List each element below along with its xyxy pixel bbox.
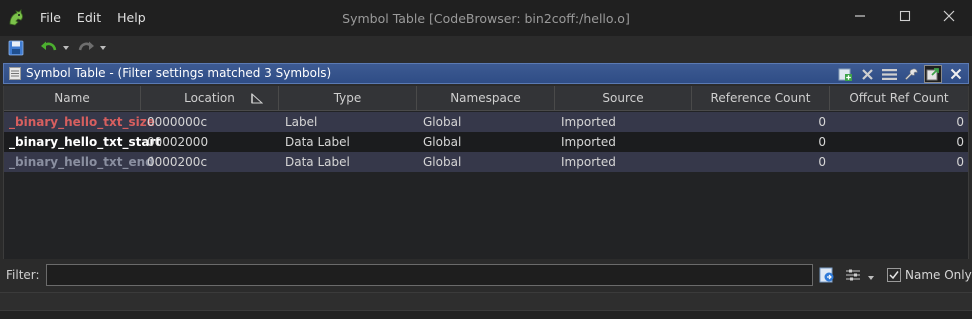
symbol-table[interactable]: Name Location Type Namespace Source Refe… [3,86,969,259]
symbol-type: Data Label [285,135,350,149]
menu-help[interactable]: Help [117,10,146,25]
sort-ascending-icon [251,93,263,104]
export-icon [926,68,939,81]
menu-bar: File Edit Help [40,10,162,25]
symbol-namespace: Global [423,115,462,129]
column-header-location[interactable]: Location [141,86,279,111]
ghidra-dragon-icon [9,9,23,26]
settings-icon [904,68,917,80]
symbol-location: 00002000 [147,135,209,149]
symbol-name: _binary_hello_txt_size [9,115,155,129]
symbol-type: Label [285,115,318,129]
menu-icon [881,68,897,80]
column-filter-dropdown[interactable] [867,271,875,280]
column-header-source[interactable]: Source [555,86,692,111]
background-window-strip [0,311,972,319]
redo-button[interactable] [77,38,95,58]
create-symbol-button[interactable] [836,65,854,83]
redo-dropdown[interactable] [99,38,107,58]
symbol-type: Data Label [285,155,350,169]
name-only-label[interactable]: Name Only [905,268,972,282]
symbol-reference-count: 0 [818,155,826,169]
toolbar [0,36,972,60]
filter-options-button[interactable] [818,266,836,284]
add-icon [838,68,852,81]
filter-input[interactable] [46,264,813,286]
filter-bar: Filter: [0,262,972,288]
redo-icon [78,41,94,51]
symbol-namespace: Global [423,135,462,149]
undo-button[interactable] [40,38,58,58]
chevron-down-icon [100,46,106,50]
column-header-name[interactable]: Name [4,86,141,111]
symbol-location: 0000200c [147,155,208,169]
column-header-offcut-ref-count[interactable]: Offcut Ref Count [830,86,968,111]
undo-icon [41,41,57,51]
sliders-icon [846,269,860,281]
symbol-offcut-ref-count: 0 [956,115,964,129]
minimize-button[interactable] [845,6,875,30]
filter-document-icon [819,267,834,283]
symbol-reference-count: 0 [818,135,826,149]
symbol-offcut-ref-count: 0 [956,135,964,149]
symbol-name: _binary_hello_txt_end [9,155,154,169]
column-header-namespace[interactable]: Namespace [417,86,555,111]
table-header: Name Location Type Namespace Source Refe… [4,86,968,111]
delete-symbol-button[interactable] [858,65,876,83]
symbol-source: Imported [561,155,616,169]
column-header-reference-count[interactable]: Reference Count [692,86,830,111]
chevron-down-icon [63,46,69,50]
symbol-reference-count: 0 [818,115,826,129]
close-panel-button[interactable] [947,65,965,83]
undo-dropdown[interactable] [62,38,70,58]
chevron-down-icon [868,276,874,280]
menu-edit[interactable]: Edit [77,10,101,25]
column-filter-button[interactable] [845,267,863,283]
symbol-source: Imported [561,135,616,149]
symbol-source: Imported [561,115,616,129]
delete-icon [861,68,873,80]
title-bar: File Edit Help Symbol Table [CodeBrowser… [0,0,972,36]
minimize-icon [855,15,865,17]
column-header-type[interactable]: Type [279,86,417,111]
close-icon [950,68,962,80]
menu-file[interactable]: File [40,10,61,25]
export-button[interactable] [924,65,942,83]
table-row[interactable]: _binary_hello_txt_size 0000000c Label Gl… [4,112,968,132]
checkmark-icon [889,271,899,280]
symbol-namespace: Global [423,155,462,169]
table-row[interactable]: _binary_hello_txt_end 0000200c Data Labe… [4,152,968,172]
filter-label: Filter: [6,268,40,282]
close-window-button[interactable] [934,6,964,30]
close-icon [943,10,955,22]
maximize-icon [899,10,911,22]
symbol-name: _binary_hello_txt_start [9,135,162,149]
symbol-offcut-ref-count: 0 [956,155,964,169]
panel-menu-button[interactable] [880,65,898,83]
maximize-button[interactable] [890,6,920,30]
save-button[interactable] [8,38,24,58]
table-icon [9,67,21,80]
symbol-location: 0000000c [147,115,208,129]
name-only-checkbox[interactable] [887,268,901,282]
configure-button[interactable] [902,65,920,83]
table-row[interactable]: _binary_hello_txt_start 00002000 Data La… [4,132,968,152]
save-icon [8,40,24,56]
status-bar [0,292,972,311]
symbol-table-panel-header: Symbol Table - (Filter settings matched … [3,63,969,84]
column-header-location-label: Location [184,91,235,105]
panel-title: Symbol Table - (Filter settings matched … [26,66,332,80]
